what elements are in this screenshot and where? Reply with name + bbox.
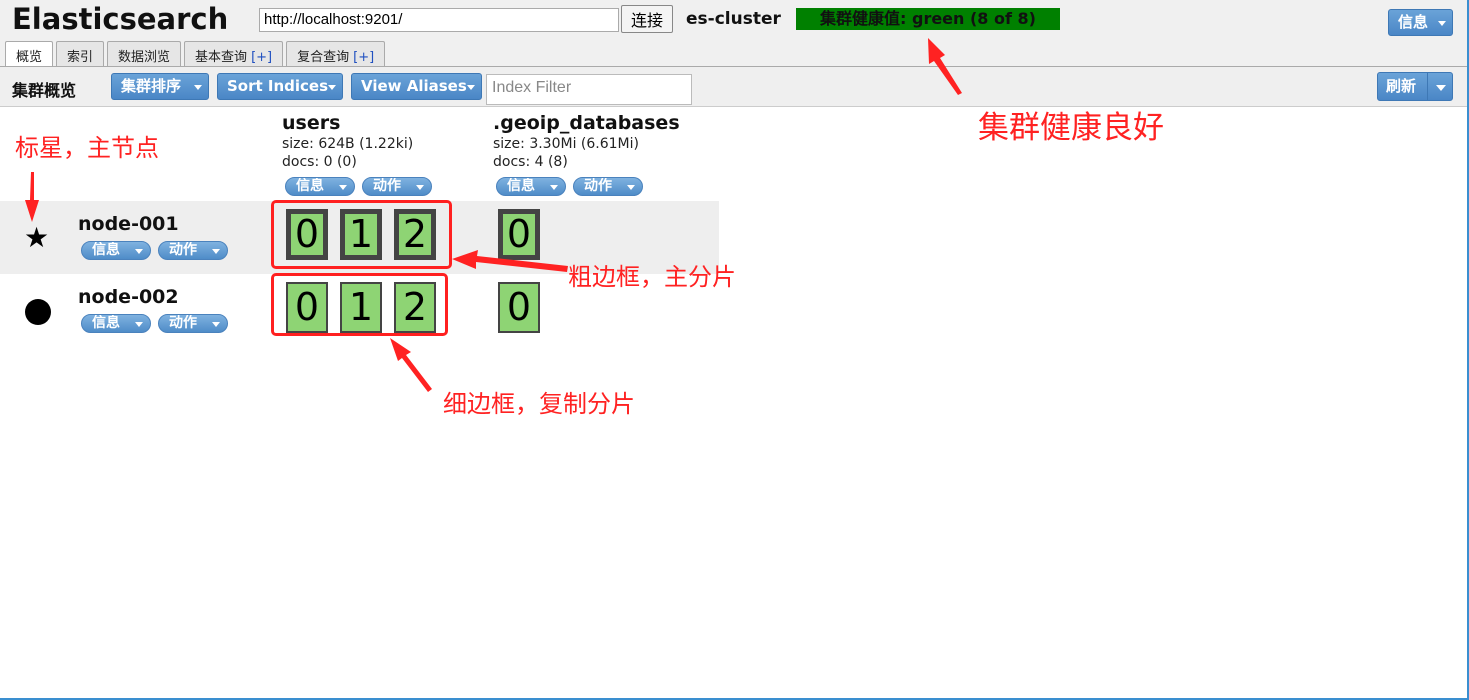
pill-label: 动作 (584, 178, 612, 194)
cluster-name: es-cluster (686, 9, 781, 29)
node-action-button[interactable]: 动作 (158, 241, 228, 260)
pill-label: 信息 (92, 242, 120, 258)
sort-cluster-button[interactable]: 集群排序 (111, 73, 209, 100)
node-info-button[interactable]: 信息 (81, 314, 151, 333)
node-info-button[interactable]: 信息 (81, 241, 151, 260)
tab-basic-query[interactable]: 基本查询 [+] (184, 41, 284, 67)
index-action-button[interactable]: 动作 (362, 177, 432, 196)
view-aliases-label: View Aliases (361, 77, 467, 95)
index-size: size: 624B (1.22ki) (282, 136, 414, 152)
add-tab-plus[interactable]: [+] (251, 50, 272, 65)
primary-shard-annotation: 粗边框，主分片 (568, 263, 736, 291)
tab-label: 概览 (16, 50, 43, 65)
info-menu-label: 信息 (1398, 13, 1429, 31)
refresh-dropdown-button[interactable] (1427, 72, 1453, 101)
caret-down-icon (1436, 85, 1446, 91)
info-menu-button[interactable]: 信息 (1388, 9, 1453, 36)
tab-bar: 概览 索引 数据浏览 基本查询 [+] 复合查询 [+] (5, 41, 388, 68)
sort-cluster-label: 集群排序 (121, 77, 182, 95)
pill-label: 信息 (296, 178, 324, 194)
node-name: node-002 (78, 286, 179, 308)
tab-indices[interactable]: 索引 (56, 41, 105, 67)
caret-down-icon (212, 322, 220, 327)
sort-indices-label: Sort Indices (227, 77, 329, 95)
index-name-geoip: .geoip_databases (493, 112, 680, 134)
caret-down-icon (550, 185, 558, 190)
index-size: size: 3.30Mi (6.61Mi) (493, 136, 639, 152)
index-info-button[interactable]: 信息 (285, 177, 355, 196)
caret-down-icon (194, 85, 202, 90)
index-action-button[interactable]: 动作 (573, 177, 643, 196)
caret-down-icon (1438, 21, 1446, 26)
index-name-users: users (282, 112, 341, 134)
cluster-health-badge: 集群健康值: green (8 of 8) (796, 8, 1060, 30)
refresh-button[interactable]: 刷新 (1377, 72, 1428, 101)
pill-label: 动作 (169, 315, 197, 331)
index-docs: docs: 0 (0) (282, 154, 357, 170)
view-aliases-button[interactable]: View Aliases (351, 73, 482, 100)
caret-down-icon (135, 322, 143, 327)
index-filter-input[interactable]: Index Filter (486, 74, 692, 105)
primary-shard[interactable]: 0 (498, 209, 540, 260)
sort-indices-button[interactable]: Sort Indices (217, 73, 343, 100)
dot-icon (25, 299, 51, 325)
star-annotation: 标星，主节点 (15, 134, 159, 162)
add-tab-plus[interactable]: [+] (353, 50, 374, 65)
toolbar-title: 集群概览 (12, 81, 77, 100)
pill-label: 动作 (373, 178, 401, 194)
replica-shards-highlight-box (271, 273, 448, 336)
primary-shards-highlight-box (271, 200, 452, 269)
health-annotation: 集群健康良好 (978, 110, 1164, 146)
connect-button[interactable]: 连接 (621, 5, 673, 33)
node-name: node-001 (78, 213, 179, 235)
pill-label: 信息 (507, 178, 535, 194)
star-icon: ★ (24, 221, 50, 254)
tab-label: 数据浏览 (118, 50, 171, 65)
pill-label: 动作 (169, 242, 197, 258)
index-info-button[interactable]: 信息 (496, 177, 566, 196)
tab-overview[interactable]: 概览 (5, 41, 54, 68)
overview-toolbar: 集群概览 集群排序 Sort Indices View Aliases Inde… (0, 67, 1467, 107)
tab-data-browse[interactable]: 数据浏览 (107, 41, 182, 67)
pill-label: 信息 (92, 315, 120, 331)
app-title: Elasticsearch (12, 2, 229, 36)
caret-down-icon (416, 185, 424, 190)
index-docs: docs: 4 (8) (493, 154, 568, 170)
caret-down-icon (212, 249, 220, 254)
tab-label: 基本查询 (195, 50, 248, 65)
replica-shard-annotation: 细边框，复制分片 (443, 390, 635, 418)
replica-shard[interactable]: 0 (498, 282, 540, 333)
tab-compound-query[interactable]: 复合查询 [+] (286, 41, 386, 67)
header: Elasticsearch http://localhost:9201/ 连接 … (0, 0, 1467, 68)
tab-label: 索引 (67, 50, 94, 65)
node-action-button[interactable]: 动作 (158, 314, 228, 333)
url-input[interactable]: http://localhost:9201/ (259, 8, 619, 32)
caret-down-icon (328, 85, 336, 90)
tab-label: 复合查询 (297, 50, 350, 65)
caret-down-icon (339, 185, 347, 190)
caret-down-icon (627, 185, 635, 190)
caret-down-icon (135, 249, 143, 254)
caret-down-icon (467, 85, 475, 90)
refresh-label: 刷新 (1386, 77, 1417, 95)
